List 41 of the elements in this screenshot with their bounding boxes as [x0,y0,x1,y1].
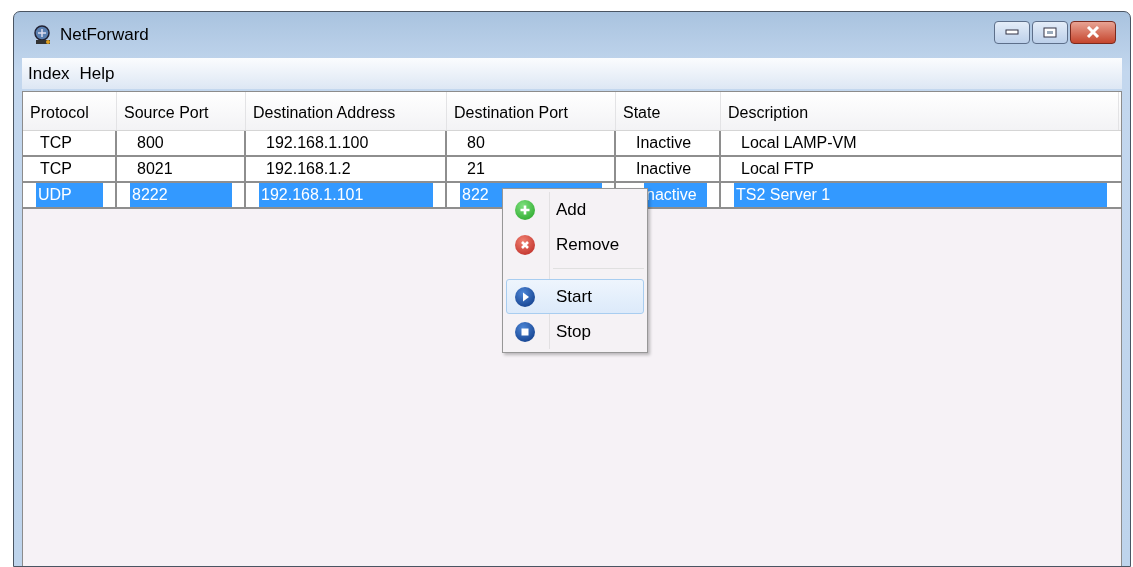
table-cell: 800 [117,131,246,155]
menu-bar-item[interactable]: Index [27,63,71,84]
close-icon [514,233,536,256]
table-cell: 192.168.1.2 [246,157,447,181]
minimize-button[interactable] [994,20,1030,44]
table-cell: 8021 [117,157,246,181]
table-cell: 80 [447,131,616,155]
table-cell: UDP [36,183,103,207]
column-header[interactable]: Source Port [117,92,246,130]
maximize-icon [1043,26,1057,38]
play-icon [514,285,536,308]
table-row[interactable]: TCP 800 192.168.1.100 80 Inactive Local LAMP-VM [23,131,1121,157]
column-header[interactable]: Description [721,92,1119,130]
plus-icon [514,198,536,221]
table-cell: TS2 Server 1 [734,183,1107,207]
table-cell: nactive [644,183,707,207]
column-header[interactable]: Protocol [23,92,117,130]
menu-item[interactable]: Start [506,279,644,314]
table-cell: Inactive [616,157,721,181]
column-header[interactable]: Destination Address [246,92,447,130]
minimize-icon [1005,29,1019,35]
table-cell: 21 [447,157,616,181]
menu-item[interactable]: Remove [506,227,644,262]
menu-bar-item[interactable]: Help [78,63,116,84]
maximize-button[interactable] [1032,20,1068,44]
table-cell: Inactive [616,131,721,155]
table-cell: 192.168.1.100 [246,131,447,155]
stop-icon [514,320,536,343]
column-header[interactable]: Destination Port [447,92,616,130]
menu-item[interactable]: Stop [506,314,644,349]
close-button[interactable] [1070,20,1116,44]
table-cell: 8222 [130,183,232,207]
table-cell: 192.168.1.101 [259,183,433,207]
table-cell-text: Local FTP [740,159,815,179]
table-cell: TCP [23,157,117,181]
table-row[interactable]: TCP 8021 192.168.1.2 21 Inactive Local FTP [23,157,1121,183]
window-title: NetForward [60,25,149,45]
close-icon [1085,26,1101,38]
table-cell: TCP [23,131,117,155]
column-header[interactable]: State [616,92,721,130]
table-cell-text: Local LAMP-VM [740,133,858,153]
